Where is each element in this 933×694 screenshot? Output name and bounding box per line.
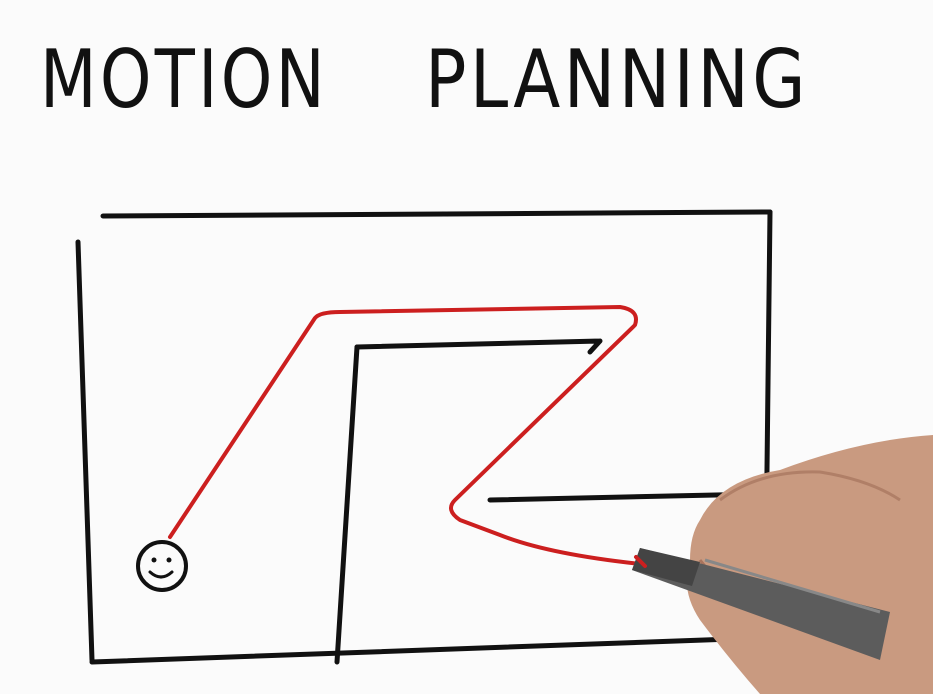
maze-diagram: $ (75, 209, 933, 694)
maze-wall-left (75, 239, 95, 663)
hand-with-marker (632, 435, 933, 694)
maze-wall-bottom (89, 635, 763, 665)
maze-wall-top (100, 209, 773, 219)
whiteboard-canvas: MOTION PLANNING $ (0, 0, 933, 694)
maze-inner-wall-upper (354, 338, 603, 355)
smiley-face-icon (136, 540, 188, 592)
maze-inner-wall-vertical (334, 344, 360, 665)
